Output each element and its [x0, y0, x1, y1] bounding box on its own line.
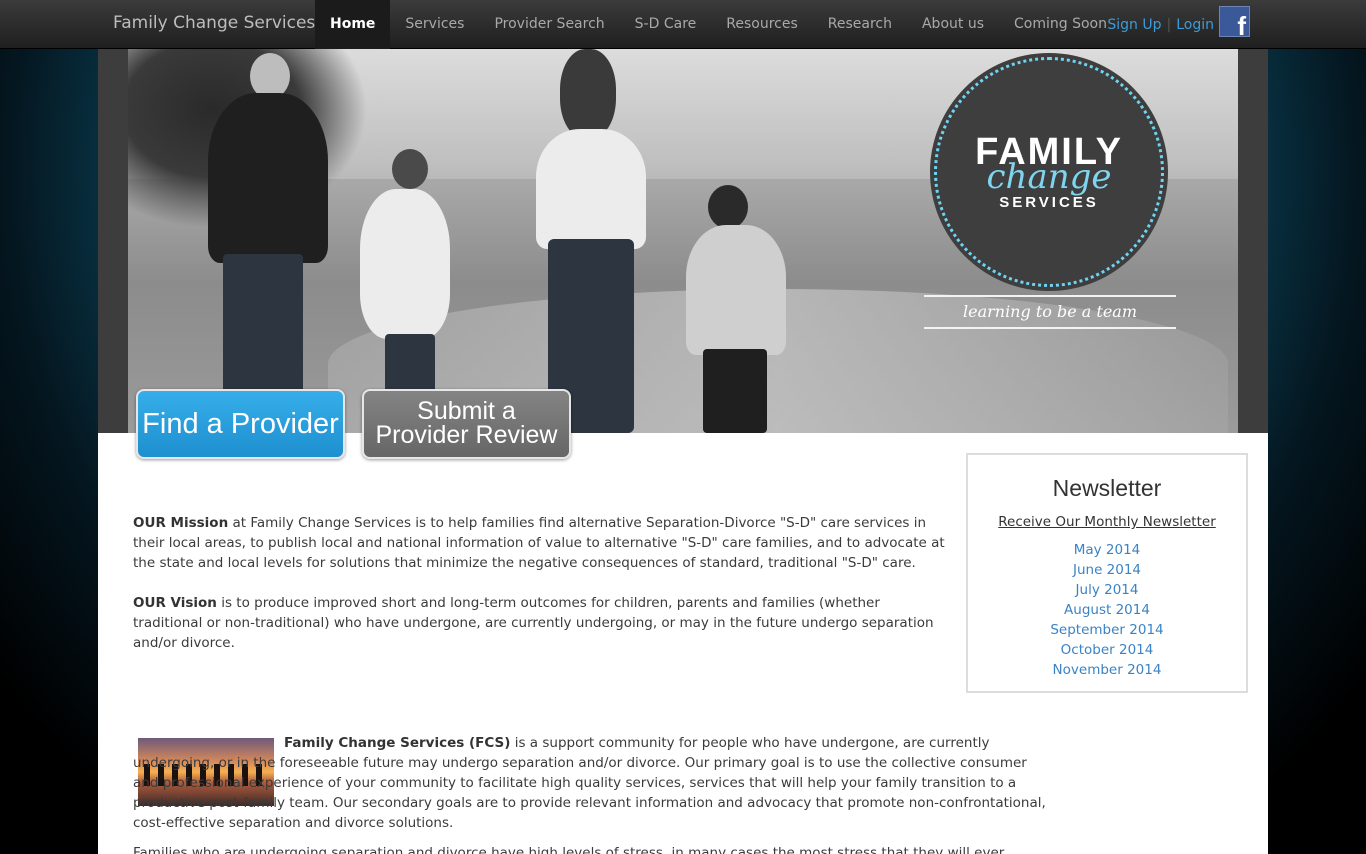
nav-item-sd-care[interactable]: S-D Care — [620, 0, 712, 49]
vision-statement: OUR Vision is to produce improved short … — [133, 593, 953, 653]
photo-mother-head — [560, 49, 616, 139]
page-container: FAMILY change SERVICES learning to be a … — [98, 49, 1268, 854]
newsletter-title: Newsletter — [1052, 475, 1162, 501]
newsletter-issue-list: May 2014 June 2014 July 2014 August 2014… — [968, 540, 1246, 680]
logo-tagline: learning to be a team — [924, 295, 1176, 329]
newsletter-issue-link[interactable]: September 2014 — [968, 620, 1246, 640]
nav-item-research[interactable]: Research — [813, 0, 907, 49]
family-change-logo: FAMILY change SERVICES — [934, 57, 1164, 287]
find-provider-button[interactable]: Find a Provider — [136, 389, 345, 459]
photo-mother — [536, 129, 646, 249]
nav-item-provider-search[interactable]: Provider Search — [479, 0, 619, 49]
nav-item-home[interactable]: Home — [315, 0, 391, 49]
photo-boy — [686, 225, 786, 355]
main-nav: Home Services Provider Search S-D Care R… — [315, 0, 1122, 49]
nav-item-resources[interactable]: Resources — [711, 0, 813, 49]
nav-item-coming-soon[interactable]: Coming Soon — [999, 0, 1122, 49]
sign-up-link[interactable]: Sign Up — [1107, 17, 1161, 33]
mission-lead: OUR Mission — [133, 515, 229, 531]
vision-text: is to produce improved short and long-te… — [133, 595, 934, 651]
mission-text: at Family Change Services is to help fam… — [133, 515, 945, 571]
newsletter-issue-link[interactable]: August 2014 — [968, 600, 1246, 620]
submit-review-line2: Provider Review — [375, 421, 558, 449]
newsletter-subscribe-link[interactable]: Receive Our Monthly Newsletter — [968, 514, 1246, 530]
vision-lead: OUR Vision — [133, 595, 217, 611]
newsletter-issue-link[interactable]: June 2014 — [968, 560, 1246, 580]
mission-statement: OUR Mission at Family Change Services is… — [133, 513, 953, 573]
submit-review-button[interactable]: Submit a Provider Review — [362, 389, 571, 459]
newsletter-issue-link[interactable]: May 2014 — [968, 540, 1246, 560]
fcs-lead: Family Change Services (FCS) — [284, 735, 511, 751]
photo-father — [208, 93, 328, 263]
fcs-text: is a support community for people who ha… — [133, 735, 1046, 831]
hero-family-photo: FAMILY change SERVICES learning to be a … — [128, 49, 1238, 433]
photo-girl-head — [392, 149, 428, 189]
image-indent-spacer — [133, 746, 284, 747]
photo-girl-legs — [385, 334, 435, 394]
newsletter-issue-link[interactable]: July 2014 — [968, 580, 1246, 600]
facebook-icon[interactable]: f — [1219, 6, 1250, 37]
brand-name[interactable]: Family Change Services — [113, 13, 315, 33]
photo-boy-legs — [703, 349, 767, 433]
auth-links: Sign Up | Login f — [1107, 0, 1250, 49]
hero-frame: FAMILY change SERVICES learning to be a … — [98, 49, 1268, 433]
fcs-description: Family Change Services (FCS) is a suppor… — [133, 733, 1053, 833]
families-paragraph: Families who are undergoing separation a… — [133, 845, 1005, 854]
login-link[interactable]: Login — [1176, 17, 1214, 33]
logo-change-text: change — [986, 156, 1112, 197]
nav-item-services[interactable]: Services — [390, 0, 479, 49]
newsletter-box: Newsletter Receive Our Monthly Newslette… — [966, 453, 1248, 693]
auth-separator: | — [1166, 16, 1172, 33]
logo-services-text: SERVICES — [999, 193, 1099, 211]
nav-item-about-us[interactable]: About us — [907, 0, 999, 49]
submit-review-line1: Submit a — [417, 397, 516, 425]
photo-boy-head — [708, 185, 748, 229]
top-navbar: Family Change Services Home Services Pro… — [0, 0, 1366, 49]
newsletter-issue-link[interactable]: November 2014 — [968, 660, 1246, 680]
newsletter-issue-link[interactable]: October 2014 — [968, 640, 1246, 660]
photo-girl — [360, 189, 450, 339]
